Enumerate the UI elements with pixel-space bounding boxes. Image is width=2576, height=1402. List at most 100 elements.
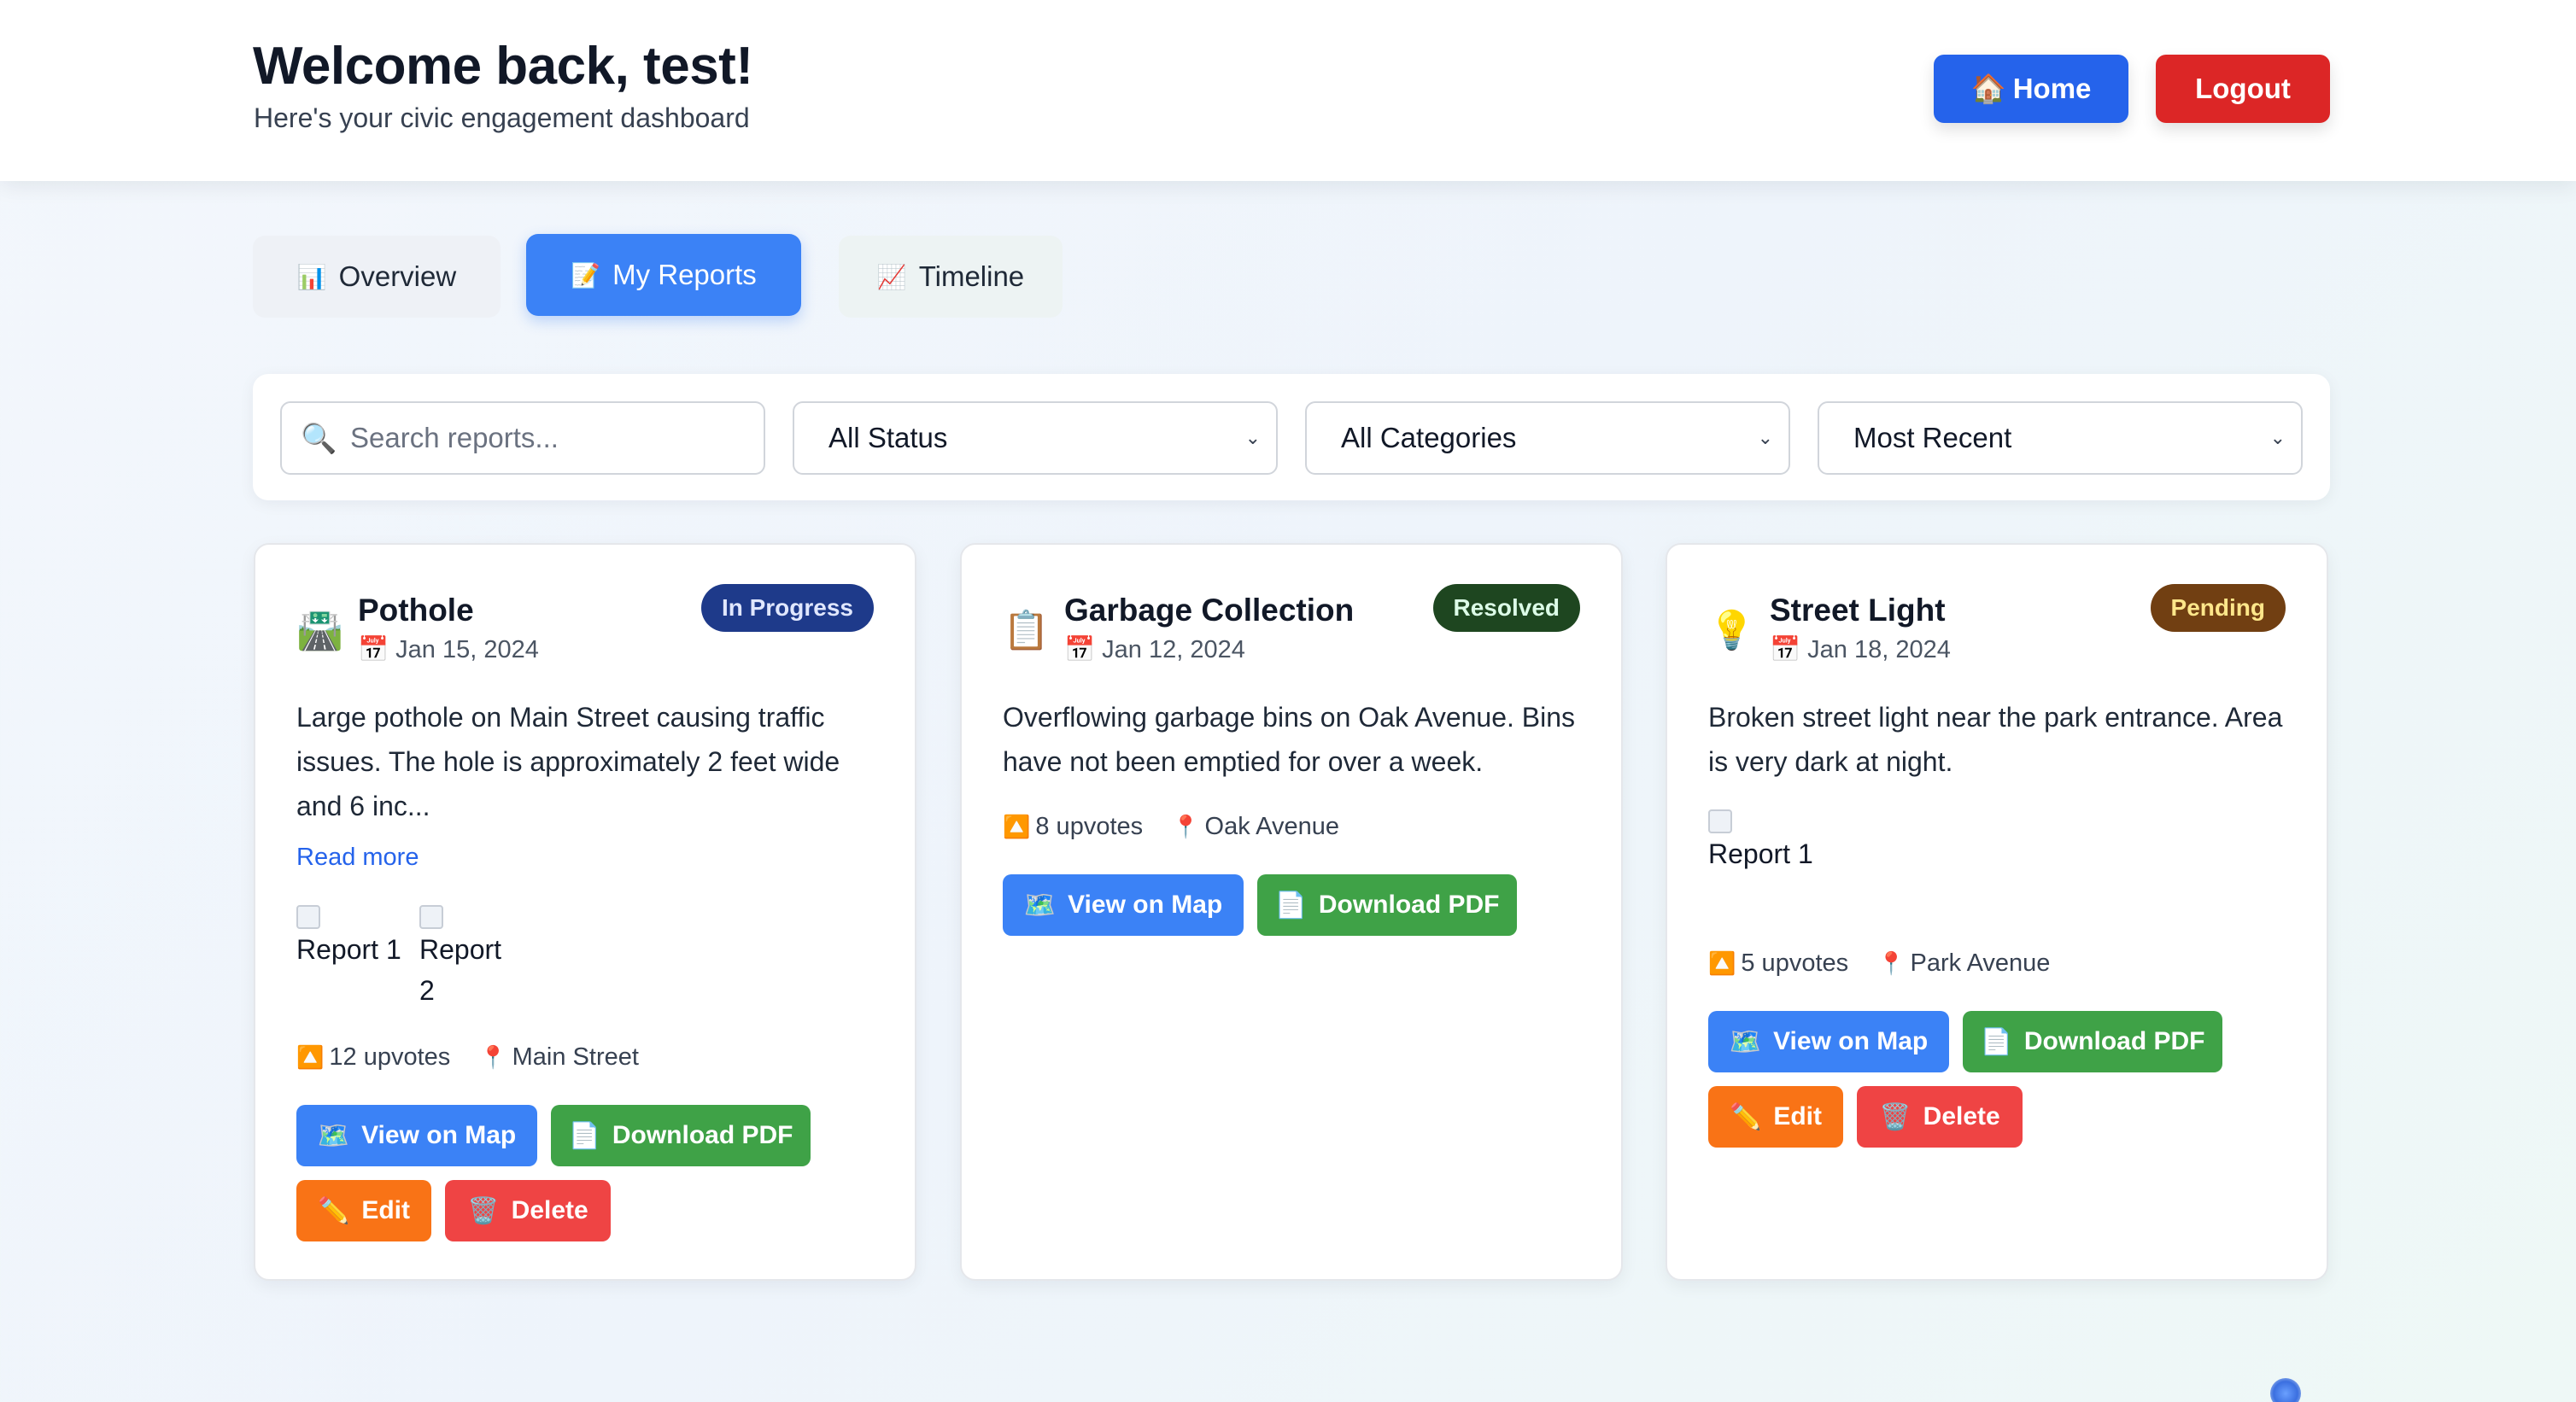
download-pdf-button[interactable]: 📄 Download PDF — [1963, 1011, 2222, 1072]
report-card-pothole: 🛣️ Pothole 📅 Jan 15, 2024 In Progress La… — [254, 543, 916, 1281]
chevron-down-icon: ⌄ — [2269, 427, 2286, 448]
view-on-map-button[interactable]: 🗺️ View on Map — [1003, 874, 1244, 936]
bar-chart-icon: 📊 — [296, 263, 327, 290]
report-location: 📍 Oak Avenue — [1172, 813, 1339, 841]
report-image[interactable]: Report 1 — [296, 905, 401, 970]
home-label: Home — [2012, 73, 2092, 104]
view-on-map-label: View on Map — [1773, 1027, 1929, 1055]
category-select[interactable]: All Categories ⌄ — [1305, 401, 1790, 475]
delete-button[interactable]: 🗑️ Delete — [445, 1180, 611, 1241]
search-placeholder: Search reports... — [350, 422, 559, 453]
map-icon: 🗺️ — [317, 1121, 350, 1150]
report-description: Broken street light near the park entran… — [1708, 702, 2283, 777]
status-badge: Resolved — [1432, 584, 1580, 632]
home-button[interactable]: 🏠 Home — [1934, 55, 2128, 123]
search-icon: 🔍 — [301, 423, 337, 455]
location-pin-icon: 📍 — [1877, 950, 1906, 976]
upvote-icon: 🔼 — [1003, 814, 1031, 839]
delete-label: Delete — [511, 1196, 588, 1224]
upvote-icon: 🔼 — [296, 1044, 325, 1070]
report-description: Overflowing garbage bins on Oak Avenue. … — [1003, 702, 1576, 777]
edit-button[interactable]: ✏️ Edit — [1708, 1086, 1843, 1148]
clipboard-icon: 📋 — [1003, 610, 1050, 651]
chevron-down-icon: ⌄ — [1244, 427, 1261, 448]
filter-bar: 🔍 Search reports... All Status ⌄ All Cat… — [253, 374, 2330, 500]
map-icon: 🗺️ — [1729, 1027, 1762, 1056]
trend-chart-icon: 📈 — [876, 263, 907, 290]
chevron-down-icon: ⌄ — [1757, 427, 1773, 448]
edit-button[interactable]: ✏️ Edit — [296, 1180, 431, 1241]
status-badge: Pending — [2150, 584, 2286, 632]
upvotes-text: 5 upvotes — [1741, 949, 1849, 977]
view-on-map-label: View on Map — [361, 1121, 517, 1149]
report-title: Garbage Collection — [1064, 593, 1355, 628]
download-pdf-label: Download PDF — [612, 1121, 793, 1149]
report-description: Large pothole on Main Street causing tra… — [296, 702, 840, 821]
report-title: Street Light — [1770, 593, 1946, 628]
search-input[interactable]: 🔍 Search reports... — [280, 401, 765, 475]
edit-label: Edit — [361, 1196, 411, 1224]
trash-icon: 🗑️ — [1879, 1102, 1912, 1131]
document-icon: 📄 — [1980, 1027, 2012, 1056]
category-select-value: All Categories — [1341, 422, 1517, 453]
status-badge: In Progress — [700, 584, 874, 632]
report-meta: 🔼 5 upvotes 📍 Park Avenue — [1708, 949, 2050, 978]
tab-timeline[interactable]: 📈 Timeline — [839, 236, 1063, 318]
upvote-count: 🔼 5 upvotes — [1708, 949, 1848, 978]
report-image-alt: Report 2 — [419, 934, 502, 1006]
pencil-icon: ✏️ — [1729, 1102, 1762, 1131]
location-text: Main Street — [512, 1043, 639, 1071]
broken-image-icon — [1708, 809, 1732, 833]
download-pdf-button[interactable]: 📄 Download PDF — [551, 1105, 811, 1166]
report-card-street-light: 💡 Street Light 📅 Jan 18, 2024 Pending Br… — [1666, 543, 2328, 1281]
report-date: 📅 Jan 12, 2024 — [1064, 636, 1245, 663]
trash-icon: 🗑️ — [467, 1196, 500, 1225]
report-date: 📅 Jan 15, 2024 — [358, 636, 539, 663]
location-pin-icon: 📍 — [1172, 814, 1200, 839]
view-on-map-button[interactable]: 🗺️ View on Map — [1708, 1011, 1949, 1072]
upvote-count: 🔼 12 upvotes — [296, 1043, 450, 1072]
tab-my-reports[interactable]: 📝 My Reports — [526, 234, 801, 316]
report-image[interactable]: Report 2 — [419, 905, 513, 1011]
road-icon: 🛣️ — [296, 610, 343, 651]
upvote-icon: 🔼 — [1708, 950, 1736, 976]
map-icon: 🗺️ — [1023, 891, 1057, 920]
read-more-link[interactable]: Read more — [296, 844, 419, 872]
page-header: Welcome back, test! Here's your civic en… — [0, 0, 2576, 181]
status-select[interactable]: All Status ⌄ — [793, 401, 1278, 475]
floating-action-dot[interactable] — [2270, 1378, 2301, 1402]
tab-my-reports-label: My Reports — [612, 259, 757, 290]
location-text: Park Avenue — [1910, 949, 2051, 977]
sort-select[interactable]: Most Recent ⌄ — [1818, 401, 2303, 475]
location-text: Oak Avenue — [1204, 813, 1339, 840]
download-pdf-button[interactable]: 📄 Download PDF — [1257, 874, 1517, 936]
document-icon: 📄 — [568, 1121, 600, 1150]
tab-overview-label: Overview — [338, 260, 457, 292]
report-card-garbage-collection: 📋 Garbage Collection 📅 Jan 12, 2024 Reso… — [960, 543, 1623, 1281]
report-meta: 🔼 12 upvotes 📍 Main Street — [296, 1043, 639, 1072]
report-title: Pothole — [358, 593, 474, 628]
report-location: 📍 Park Avenue — [1877, 949, 2050, 978]
report-location: 📍 Main Street — [479, 1043, 639, 1072]
report-meta: 🔼 8 upvotes 📍 Oak Avenue — [1003, 813, 1339, 841]
download-pdf-label: Download PDF — [1318, 891, 1500, 919]
home-icon: 🏠 — [1970, 72, 2006, 104]
logout-button[interactable]: Logout — [2156, 55, 2330, 123]
edit-label: Edit — [1773, 1102, 1823, 1130]
report-image[interactable]: Report 1 — [1708, 809, 1813, 874]
broken-image-icon — [296, 905, 320, 929]
delete-button[interactable]: 🗑️ Delete — [1857, 1086, 2023, 1148]
document-icon: 📄 — [1274, 891, 1307, 920]
view-on-map-label: View on Map — [1068, 891, 1223, 919]
tab-overview[interactable]: 📊 Overview — [253, 236, 501, 318]
status-select-value: All Status — [828, 422, 948, 453]
report-date: 📅 Jan 18, 2024 — [1770, 636, 1951, 663]
pencil-icon: ✏️ — [317, 1196, 350, 1225]
location-pin-icon: 📍 — [479, 1044, 507, 1070]
sort-select-value: Most Recent — [1853, 422, 2012, 453]
view-on-map-button[interactable]: 🗺️ View on Map — [296, 1105, 537, 1166]
light-bulb-icon: 💡 — [1708, 610, 1755, 651]
upvote-count: 🔼 8 upvotes — [1003, 813, 1143, 841]
upvotes-text: 12 upvotes — [329, 1043, 451, 1071]
dashboard-subtitle: Here's your civic engagement dashboard — [254, 102, 750, 133]
